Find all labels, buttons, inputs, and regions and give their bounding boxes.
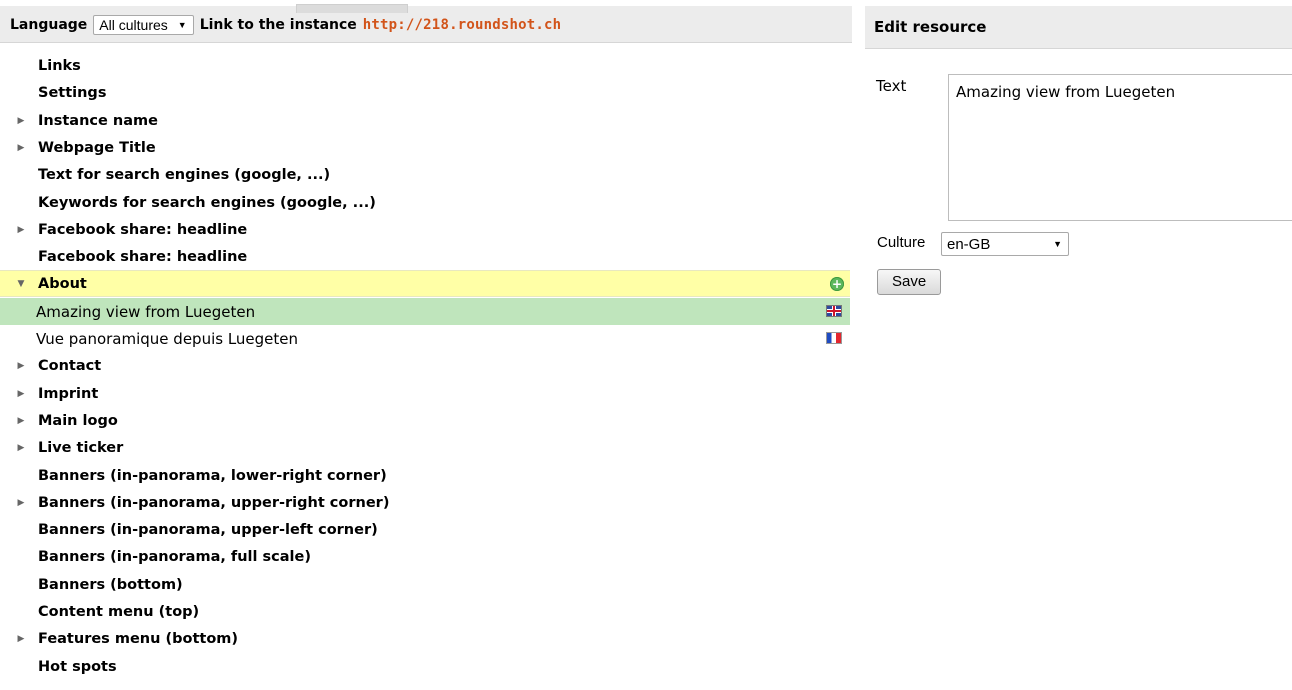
- save-button[interactable]: Save: [877, 269, 942, 295]
- tree-item-label: Amazing view from Luegeten: [36, 302, 256, 321]
- culture-label: Culture: [877, 234, 926, 251]
- tree-item-main-logo[interactable]: ▶ Main logo: [0, 407, 850, 434]
- tree-item-imprint[interactable]: ▶ Imprint: [0, 380, 850, 407]
- tree-item-banners-in-panorama-lower-right-corner[interactable]: Banners (in-panorama, lower-right corner…: [0, 462, 850, 489]
- expand-arrow-icon[interactable]: ▶: [14, 116, 28, 126]
- tree-item-label: Banners (in-panorama, full scale): [38, 548, 311, 565]
- tree-item-banners-in-panorama-upper-right-corner[interactable]: ▶ Banners (in-panorama, upper-right corne…: [0, 489, 850, 516]
- tree-item-instance-name[interactable]: ▶ Instance name: [0, 107, 850, 134]
- tree-item-label: Vue panoramique depuis Luegeten: [36, 329, 299, 348]
- expand-arrow-icon[interactable]: ▶: [14, 389, 28, 399]
- tree-item-banners-in-panorama-full-scale[interactable]: Banners (in-panorama, full scale): [0, 543, 850, 570]
- tree-item-label: Instance name: [38, 112, 158, 129]
- tree-item-label: Contact: [38, 357, 102, 374]
- tree-item-label: Main logo: [38, 412, 118, 429]
- link-label: Link to the instance: [199, 17, 357, 33]
- tree-item-vue-panoramique-depuis-luegeten[interactable]: Vue panoramique depuis Luegeten: [0, 325, 850, 352]
- edit-resource-panel: Edit resource Text Amazing view from Lue…: [865, 0, 1292, 690]
- expand-arrow-icon[interactable]: ▶: [14, 443, 28, 453]
- language-label: Language: [10, 17, 88, 33]
- tree-item-label: About: [38, 275, 87, 292]
- tree-item-facebook-share-headline[interactable]: Facebook share: headline: [0, 243, 850, 270]
- language-select-value: All cultures: [99, 17, 168, 33]
- tree-item-label: Banners (bottom): [38, 576, 183, 593]
- tree-item-text-for-search-engines-google[interactable]: Text for search engines (google, ...): [0, 161, 850, 188]
- instance-link[interactable]: http://218.roundshot.ch: [363, 17, 561, 33]
- tree-item-live-ticker[interactable]: ▶ Live ticker: [0, 434, 850, 461]
- tree-item-label: Banners (in-panorama, lower-right corner…: [38, 467, 387, 484]
- tree-item-label: Settings: [38, 84, 107, 101]
- culture-select-wrapper: en-GB ▼: [941, 232, 1069, 256]
- tree-item-label: Keywords for search engines (google, ...…: [38, 194, 376, 211]
- chevron-down-icon: ▼: [1053, 239, 1062, 249]
- chevron-down-icon: ▼: [177, 20, 187, 30]
- tree-item-about[interactable]: ▼ About +: [0, 270, 850, 297]
- tree-item-label: Webpage Title: [38, 139, 156, 156]
- tree-item-banners-in-panorama-upper-left-corner[interactable]: Banners (in-panorama, upper-left corner): [0, 516, 850, 543]
- tree-item-label: Imprint: [38, 385, 99, 402]
- tree-item-features-menu-bottom[interactable]: ▶ Features menu (bottom): [0, 625, 850, 652]
- collapse-arrow-icon[interactable]: ▼: [14, 279, 28, 289]
- expand-arrow-icon[interactable]: ▶: [14, 143, 28, 153]
- tree-item-label: Facebook share: headline: [38, 221, 248, 238]
- expand-arrow-icon[interactable]: ▶: [14, 225, 28, 235]
- language-select[interactable]: All cultures ▼: [93, 15, 194, 35]
- tree-item-label: Facebook share: headline: [38, 248, 248, 265]
- culture-select-value: en-GB: [947, 235, 991, 253]
- expand-arrow-icon[interactable]: ▶: [14, 361, 28, 371]
- partial-tab: [296, 4, 408, 13]
- tree-item-label: Hot spots: [38, 658, 117, 675]
- tree-item-label: Text for search engines (google, ...): [38, 166, 331, 183]
- text-field-label: Text: [876, 77, 907, 95]
- tree-item-label: Banners (in-panorama, upper-left corner): [38, 521, 378, 538]
- edit-resource-title: Edit resource: [874, 18, 987, 36]
- tree-item-banners-bottom[interactable]: Banners (bottom): [0, 571, 850, 598]
- tree-item-hot-spots[interactable]: Hot spots: [0, 653, 850, 680]
- tree-item-label: Links: [38, 57, 81, 74]
- culture-select[interactable]: en-GB ▼: [941, 232, 1069, 256]
- expand-arrow-icon[interactable]: ▶: [14, 416, 28, 426]
- expand-arrow-icon[interactable]: ▶: [14, 634, 28, 644]
- tree-item-settings[interactable]: Settings: [0, 79, 850, 106]
- tree-item-keywords-for-search-engines-google[interactable]: Keywords for search engines (google, ...…: [0, 189, 850, 216]
- tree-item-amazing-view-from-luegeten[interactable]: Amazing view from Luegeten: [0, 298, 850, 325]
- expand-arrow-icon[interactable]: ▶: [14, 498, 28, 508]
- toolbar: Language All cultures ▼ Link to the inst…: [0, 4, 852, 43]
- edit-resource-header: Edit resource: [865, 6, 1292, 49]
- tree-item-links[interactable]: Links: [0, 52, 850, 79]
- text-input[interactable]: Amazing view from Luegeten: [948, 74, 1292, 221]
- tree-item-contact[interactable]: ▶ Contact: [0, 352, 850, 379]
- tree-item-label: Content menu (top): [38, 603, 200, 620]
- fr-flag-icon: [826, 332, 842, 344]
- gb-flag-icon: [826, 305, 842, 317]
- tree-item-content-menu-top[interactable]: Content menu (top): [0, 598, 850, 625]
- tree-item-webpage-title[interactable]: ▶ Webpage Title: [0, 134, 850, 161]
- tree-item-label: Banners (in-panorama, upper-right corner…: [38, 494, 390, 511]
- add-icon[interactable]: +: [830, 277, 844, 291]
- tree-item-label: Live ticker: [38, 439, 124, 456]
- resource-tree-panel: Language All cultures ▼ Link to the inst…: [0, 0, 852, 690]
- tree-item-facebook-share-headline[interactable]: ▶ Facebook share: headline: [0, 216, 850, 243]
- tree-item-label: Features menu (bottom): [38, 630, 239, 647]
